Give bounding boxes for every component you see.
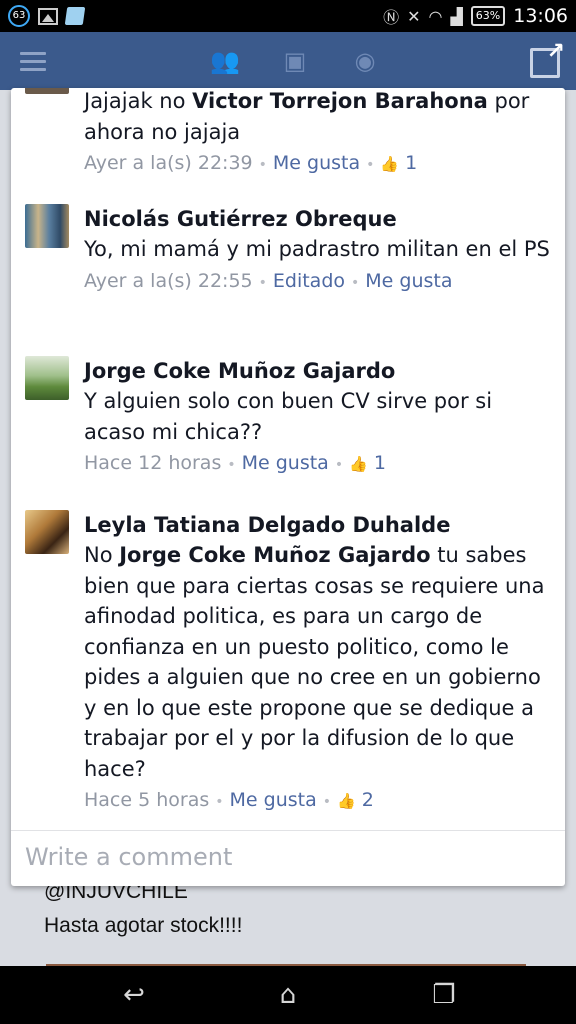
- comment-time: Hace 12 horas: [84, 452, 222, 474]
- system-nav-bar: ↩ ⌂ ❐: [0, 966, 576, 1024]
- share-icon[interactable]: [530, 39, 565, 78]
- app-notification-icon: [64, 7, 86, 25]
- mention-link[interactable]: Victor Torrejon Barahona: [192, 89, 488, 113]
- write-comment-input[interactable]: Write a comment: [25, 843, 232, 871]
- back-icon[interactable]: ↩: [118, 980, 150, 1010]
- edited-link[interactable]: Editado: [273, 270, 345, 292]
- like-button[interactable]: Me gusta: [230, 789, 317, 811]
- clock: 13:06: [513, 5, 568, 27]
- signal-icon: ▟: [450, 6, 463, 26]
- comment-text: Yo, mi mamá y mi padrastro militan en el…: [84, 237, 550, 261]
- comment-text: Jajajak no Victor Torrejon Barahona por …: [84, 89, 530, 144]
- friends-icon[interactable]: 👥: [210, 48, 240, 74]
- comment-meta: Ayer a la(s) 22:39 • Me gusta • 👍 1: [84, 152, 418, 174]
- comment-meta: Ayer a la(s) 22:55 • Editado • Me gusta: [84, 269, 453, 292]
- comment-composer[interactable]: Write a comment: [11, 830, 565, 886]
- globe-icon[interactable]: ◉: [350, 48, 380, 74]
- comment-meta: Hace 12 horas • Me gusta • 👍 1: [84, 452, 386, 474]
- like-button[interactable]: Me gusta: [242, 452, 329, 474]
- recent-apps-icon[interactable]: ❐: [428, 980, 460, 1010]
- avatar[interactable]: [25, 204, 69, 248]
- mention-link[interactable]: Jorge Coke Muñoz Gajardo: [119, 543, 430, 567]
- gallery-icon: [38, 7, 58, 25]
- like-count[interactable]: 2: [362, 789, 374, 811]
- comments-panel: Jajajak no Victor Torrejon Barahona por …: [11, 88, 565, 886]
- like-button[interactable]: Me gusta: [365, 270, 452, 292]
- thumbs-up-icon: 👍: [380, 155, 400, 173]
- avatar[interactable]: [25, 510, 69, 554]
- messages-icon[interactable]: ▣: [280, 48, 310, 74]
- like-count[interactable]: 1: [405, 152, 417, 174]
- comment-meta: Hace 5 horas • Me gusta • 👍 2: [84, 789, 374, 811]
- notification-count-badge: 63: [8, 5, 30, 27]
- like-count[interactable]: 1: [374, 452, 386, 474]
- vibrate-icon: ✕: [407, 6, 421, 26]
- app-header: 👥 ▣ ◉: [0, 32, 576, 90]
- avatar[interactable]: [25, 88, 69, 94]
- commenter-name[interactable]: Nicolás Gutiérrez Obreque: [84, 204, 552, 234]
- status-bar: 63 Ⓝ ✕ ◠ ▟ 63% 13:06: [0, 0, 576, 32]
- battery-indicator: 63%: [470, 6, 506, 26]
- thumbs-up-icon: 👍: [349, 455, 368, 473]
- comment-time: Ayer a la(s) 22:39: [84, 152, 253, 174]
- home-icon[interactable]: ⌂: [272, 980, 304, 1010]
- comment-time: Hace 5 horas: [84, 789, 210, 811]
- background-post-text: Hasta agotar stock!!!!: [44, 914, 243, 937]
- commenter-name[interactable]: Jorge Coke Muñoz Gajardo: [84, 356, 552, 386]
- avatar[interactable]: [25, 356, 69, 400]
- nfc-icon: Ⓝ: [383, 8, 400, 27]
- comment-time: Ayer a la(s) 22:55: [84, 269, 253, 292]
- comment-text: Y alguien solo con buen CV sirve por si …: [84, 389, 493, 444]
- wifi-icon: ◠: [428, 6, 443, 26]
- thumbs-up-icon: 👍: [337, 792, 356, 810]
- like-button[interactable]: Me gusta: [273, 152, 360, 174]
- commenter-name[interactable]: Leyla Tatiana Delgado Duhalde: [84, 510, 552, 540]
- menu-icon[interactable]: [20, 52, 46, 72]
- comment-text: No Jorge Coke Muñoz Gajardo tu sabes bie…: [84, 543, 545, 781]
